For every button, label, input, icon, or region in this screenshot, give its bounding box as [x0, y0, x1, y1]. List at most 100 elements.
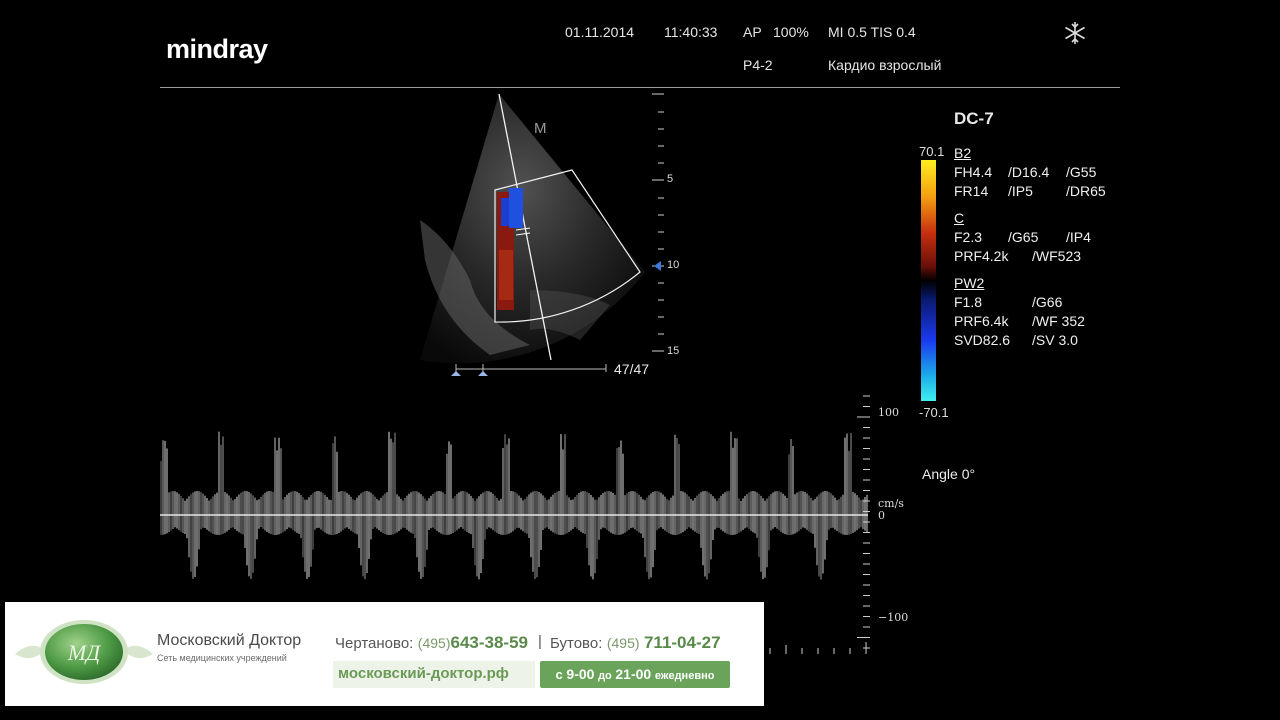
spectrum-column	[220, 444, 222, 535]
phone-butovo[interactable]: Бутово: (495) 711-04-27	[550, 633, 721, 653]
spectrum-column	[750, 491, 752, 531]
spectrum-column	[276, 450, 278, 535]
spectrum-column	[822, 491, 824, 574]
spectrum-column	[716, 500, 718, 528]
spectrum-column	[578, 492, 580, 531]
spectrum-column	[320, 491, 322, 530]
spectrum-column	[812, 500, 814, 534]
spectrum-column	[668, 500, 670, 534]
spectrum-column	[698, 493, 700, 534]
spectrum-column	[548, 499, 550, 530]
spectrum-column	[818, 494, 820, 577]
spectrum-column	[306, 499, 308, 579]
spectrum-column	[610, 491, 612, 533]
spectrum-column	[712, 496, 714, 540]
spectrum-column	[806, 493, 808, 530]
spectrum-column	[796, 492, 798, 533]
spectrum-column	[844, 437, 846, 535]
spectrum-column	[196, 491, 198, 567]
phone-separator: |	[538, 633, 542, 650]
spectrum-column	[854, 493, 856, 532]
spectrum-column	[488, 491, 490, 528]
spectrum-column	[330, 499, 332, 535]
spectrum-column	[660, 492, 662, 528]
spectrum-column	[754, 491, 756, 534]
spectrum-column	[308, 497, 310, 578]
b-mode-params: B2 FH4.4/D16.4/G55 FR14/IP5/DR65	[954, 144, 1106, 201]
spectrum-column	[774, 491, 776, 528]
spectrum-column	[776, 491, 778, 529]
spectrum-column	[440, 491, 442, 534]
b-param: FH4.4	[954, 164, 993, 180]
working-hours: с 9-00 до 21-00 ежедневно	[540, 661, 730, 688]
spectrum-column	[674, 434, 676, 535]
spectrum-column	[646, 497, 648, 572]
spectrum-column	[382, 495, 384, 534]
spectrum-column	[282, 499, 284, 533]
spectrum-column	[800, 491, 802, 530]
hours-suffix: ежедневно	[654, 670, 715, 682]
spectrum-column	[580, 491, 582, 532]
spectrum-column	[656, 491, 658, 531]
spectrum-column	[824, 491, 826, 560]
spectrum-column	[328, 499, 330, 535]
spectrum-column	[620, 440, 622, 535]
spectrum-column	[606, 491, 608, 530]
spectrum-column	[358, 495, 360, 549]
spectrum-column	[524, 499, 526, 533]
spectrum-column	[772, 492, 774, 529]
spectrum-column	[188, 496, 190, 558]
depth-scale	[652, 93, 664, 352]
spectrum-column	[680, 491, 682, 534]
spectrum-column	[278, 437, 280, 535]
spectrum-column	[174, 491, 176, 528]
spectrum-column	[428, 498, 430, 530]
website-box[interactable]: московский-доктор.рф	[333, 661, 535, 688]
spectrum-column	[346, 492, 348, 528]
spectrum-column	[596, 499, 598, 560]
spectrum-column	[722, 493, 724, 532]
spectrum-column	[670, 497, 672, 535]
snowflake-icon[interactable]	[1062, 20, 1088, 46]
spectrum-column	[706, 491, 708, 580]
b-param: /D16.4	[1008, 164, 1050, 180]
spectrum-column	[576, 494, 578, 529]
pw-param: /G66	[1032, 294, 1063, 310]
spectrum-column	[736, 438, 738, 534]
cine-loop-bar[interactable]	[448, 360, 610, 380]
spectrum-column	[538, 491, 540, 568]
spectrum-column	[408, 493, 410, 532]
clinic-banner[interactable]: МД Московский Доктор Сеть медицинских уч…	[5, 602, 764, 706]
spectrum-column	[204, 495, 206, 529]
spectrum-column	[462, 491, 464, 529]
spectrum-column	[814, 499, 816, 548]
spectrum-column	[268, 491, 270, 534]
spectrum-column	[250, 493, 252, 580]
spectrum-column	[226, 493, 228, 532]
website-link[interactable]: московский-доктор.рф	[333, 661, 535, 682]
spectrum-column	[434, 492, 436, 530]
spectrum-column	[416, 491, 418, 558]
spectrum-column	[410, 492, 412, 533]
spectrum-column	[446, 453, 448, 535]
spectrum-column	[604, 491, 606, 529]
spectrum-column	[848, 450, 850, 535]
spectrum-column	[388, 431, 390, 535]
spectrum-column	[198, 491, 200, 550]
ultrasound-sector-image[interactable]: M	[380, 90, 650, 380]
spectrum-column	[584, 491, 586, 535]
spectrum-column	[582, 491, 584, 534]
spectrum-column	[644, 500, 646, 558]
spectrum-column	[302, 497, 304, 558]
spectrum-column	[392, 442, 394, 535]
b-param: /IP5	[1008, 183, 1033, 199]
spectrum-column	[590, 494, 592, 577]
spectrum-column	[512, 491, 514, 532]
phone-chertanovo[interactable]: Чертаново: (495)643-38-59	[335, 633, 528, 653]
spectrum-column	[542, 495, 544, 531]
spectrum-column	[280, 448, 282, 534]
spectrum-column	[622, 453, 624, 534]
spectrum-column	[864, 496, 866, 531]
spectrum-column	[502, 447, 504, 535]
spectrum-column	[830, 493, 832, 529]
